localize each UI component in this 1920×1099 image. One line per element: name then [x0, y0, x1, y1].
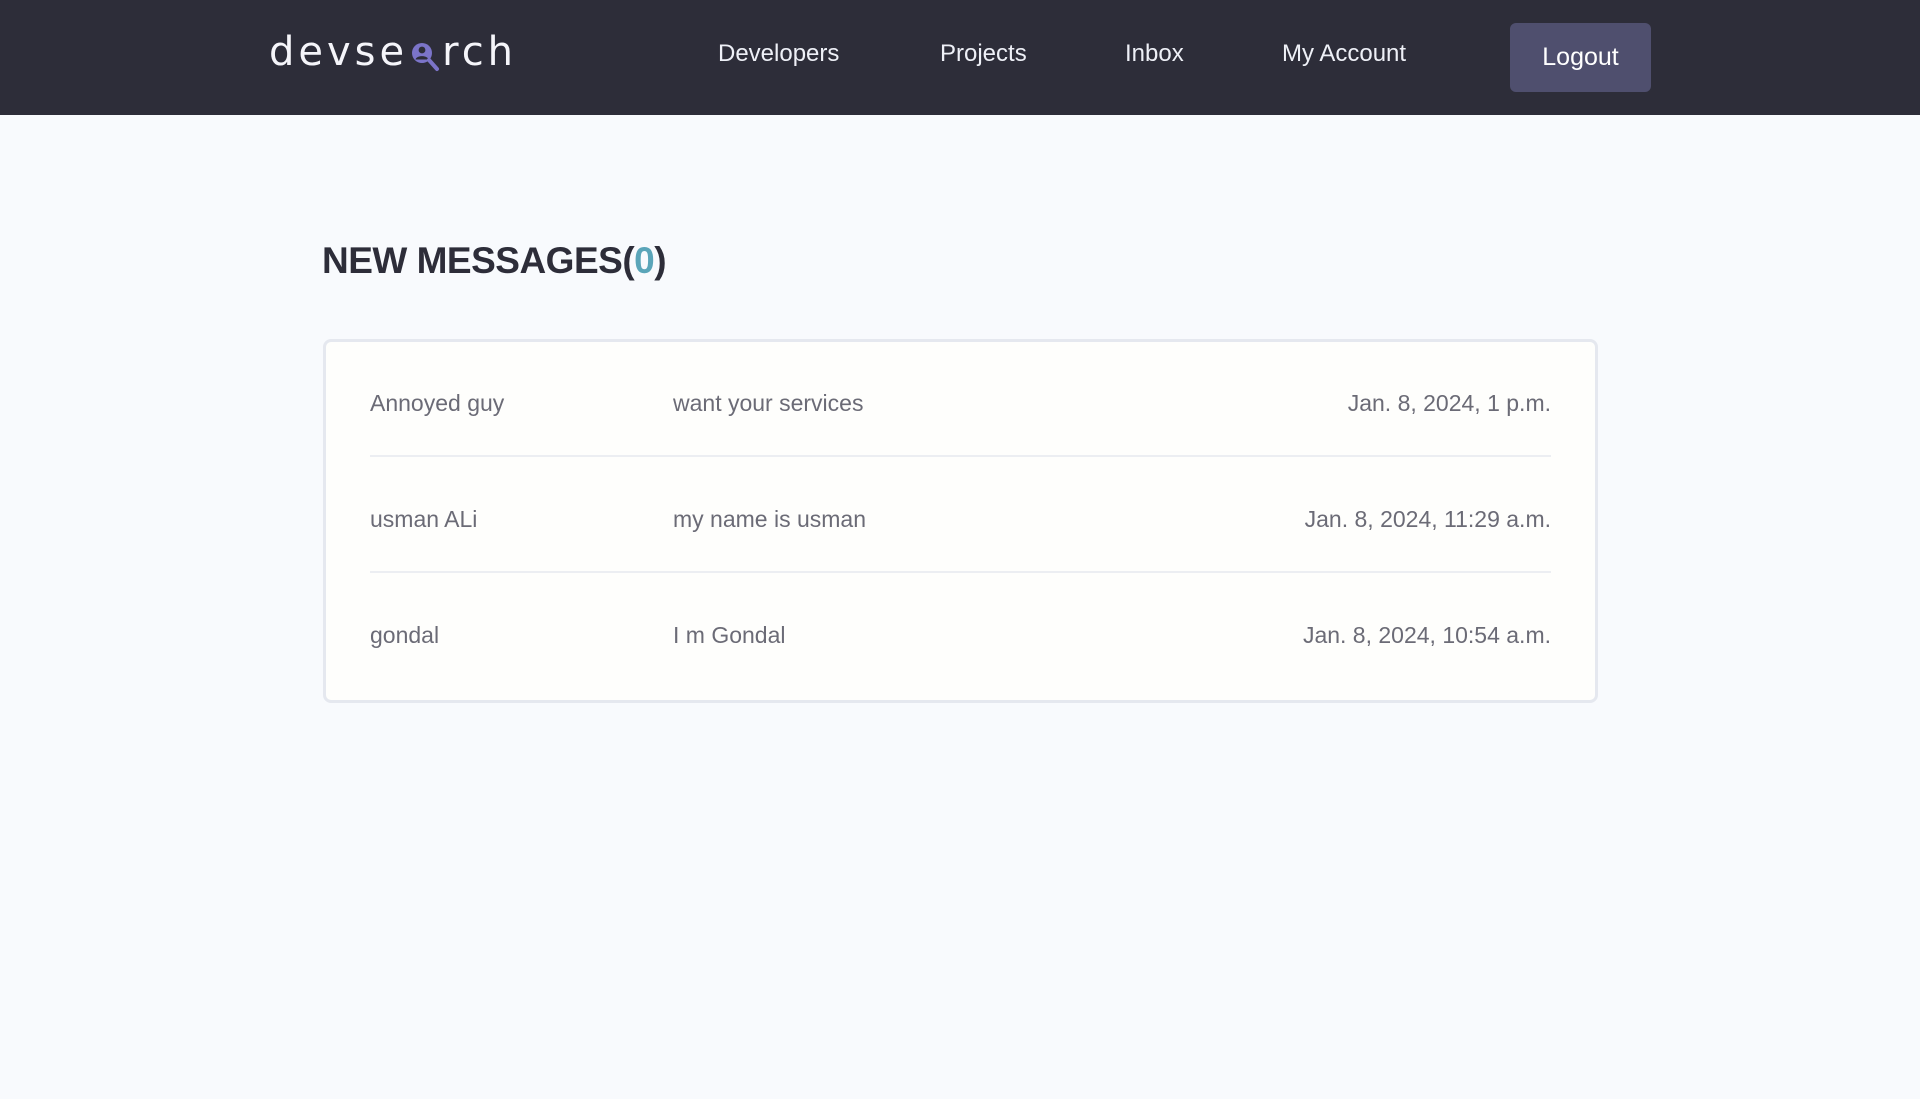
message-subject: my name is usman: [673, 506, 867, 532]
messages-list: Annoyed guy want your services Jan. 8, 2…: [323, 339, 1598, 703]
nav-my-account-link[interactable]: My Account: [1282, 40, 1406, 68]
nav-projects-link[interactable]: Projects: [940, 40, 1027, 68]
page-title-text: NEW MESSAGES: [322, 240, 623, 281]
message-date: Jan. 8, 2024, 1 p.m.: [1347, 390, 1551, 416]
message-date: Jan. 8, 2024, 11:29 a.m.: [1304, 506, 1551, 532]
page-title: NEW MESSAGES(0): [322, 240, 667, 282]
message-row[interactable]: gondal I m Gondal Jan. 8, 2024, 10:54 a.…: [370, 574, 1551, 689]
message-subject: I m Gondal: [673, 622, 786, 648]
nav-inbox-link[interactable]: Inbox: [1125, 40, 1184, 68]
message-sender: gondal: [370, 622, 440, 648]
unread-count: 0: [634, 240, 655, 281]
message-subject: want your services: [673, 390, 864, 416]
title-open-paren: (: [622, 240, 635, 281]
nav-developers-link[interactable]: Developers: [718, 40, 839, 68]
message-sender: usman ALi: [370, 506, 478, 532]
top-navbar: devse rch Developers Projects Inbox My Ac…: [0, 0, 1920, 115]
message-row[interactable]: Annoyed guy want your services Jan. 8, 2…: [370, 342, 1551, 457]
title-close-paren: ): [654, 240, 667, 281]
logout-button[interactable]: Logout: [1510, 23, 1651, 92]
message-row[interactable]: usman ALi my name is usman Jan. 8, 2024,…: [370, 458, 1551, 573]
main-nav: Developers Projects Inbox My Account Log…: [0, 0, 1920, 115]
message-date: Jan. 8, 2024, 10:54 a.m.: [1302, 622, 1551, 648]
message-sender: Annoyed guy: [370, 390, 505, 416]
